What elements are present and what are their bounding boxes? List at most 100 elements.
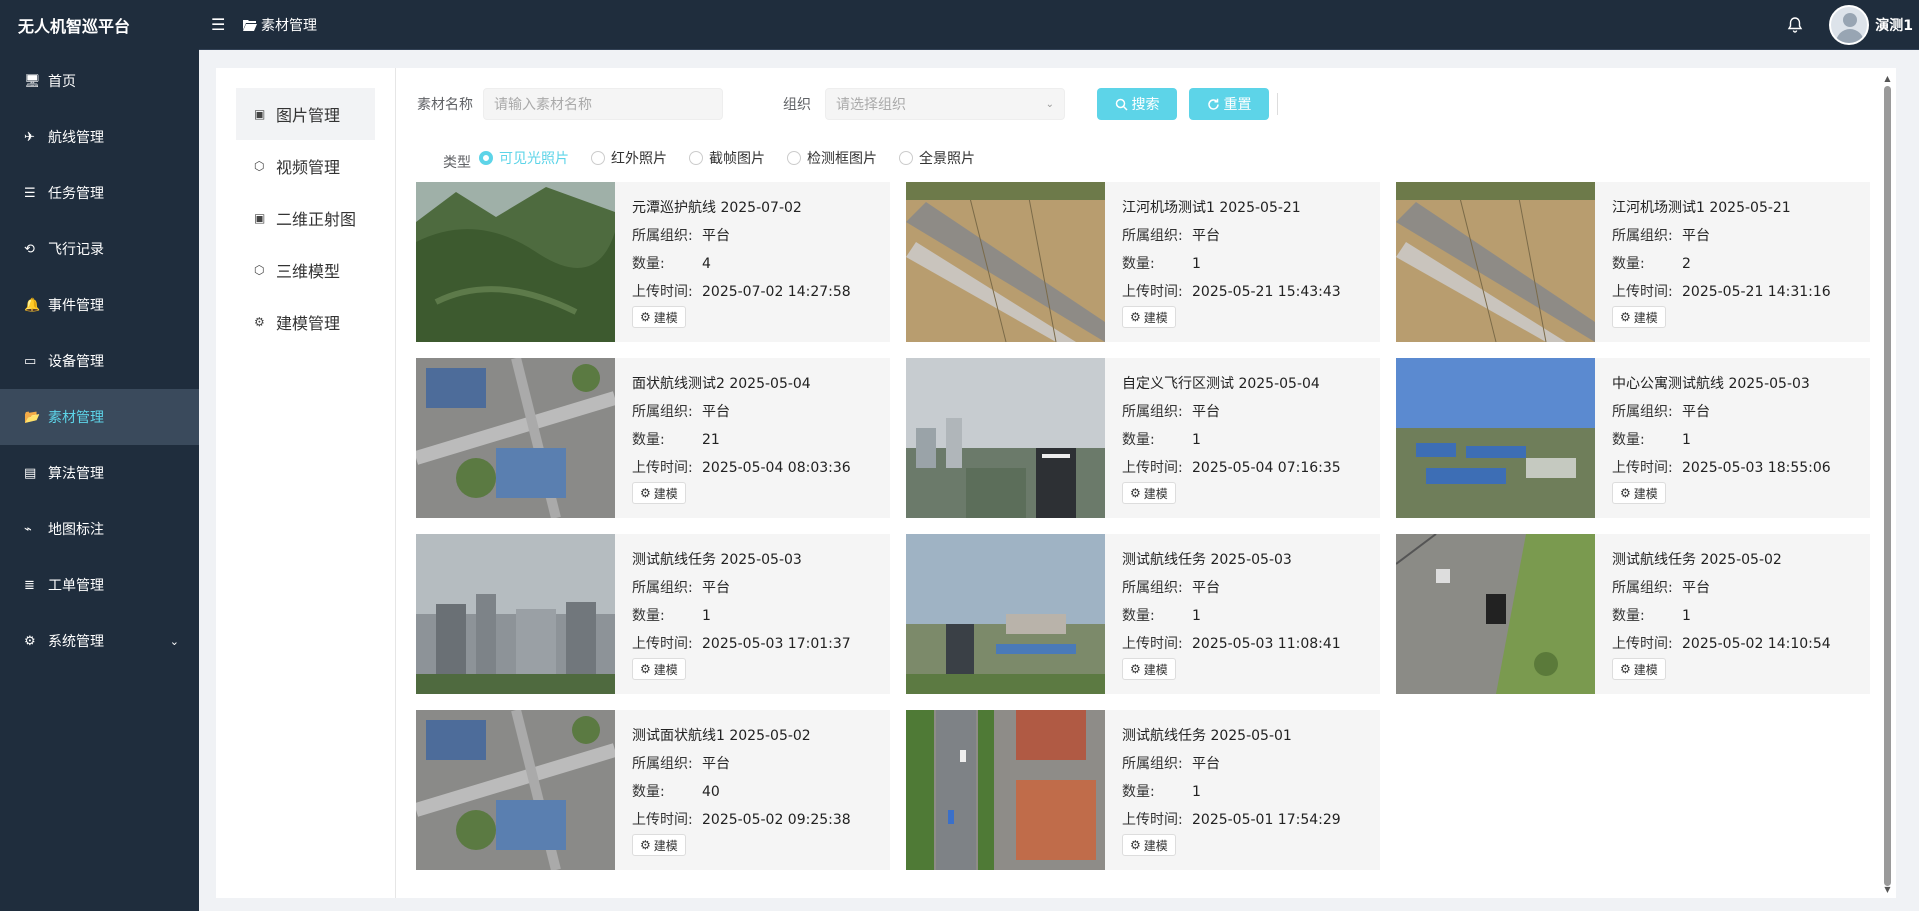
model-button[interactable]: ⚙ 建模 [1122, 834, 1176, 856]
top-bar: ☰ 素材管理 演测1 [199, 0, 1919, 50]
sidebar-item-7[interactable]: ▤ 算法管理 [0, 445, 199, 501]
material-card[interactable]: 中心公寓测试航线 2025-05-03 所属组织: 平台 数量: 1 上传时间: 2025-… [1396, 358, 1870, 518]
type-radio-label: 可见光照片 [499, 151, 569, 167]
time-key: 上传时间: [1122, 812, 1183, 828]
model-button[interactable]: ⚙ 建模 [1612, 482, 1666, 504]
card-time-row: 上传时间: 2025-05-03 18:55:06 [1612, 454, 1831, 482]
model-button[interactable]: ⚙ 建模 [632, 658, 686, 680]
scrollbar-thumb[interactable] [1884, 86, 1891, 886]
count-key: 数量: [1612, 608, 1645, 624]
material-thumbnail[interactable] [906, 534, 1105, 694]
model-button[interactable]: ⚙ 建模 [1122, 482, 1176, 504]
type-label: 类型 [443, 155, 471, 171]
material-thumbnail[interactable] [1396, 358, 1595, 518]
org-select[interactable]: 请选择组织 ⌄ [825, 88, 1065, 120]
sidebar: 无人机智巡平台 🖥 首页 ✈ 航线管理 ☰ 任务管理 ⟲ 飞行记录 🔔 事件管理 ▭ 设备管理 📂 素材管… [0, 0, 199, 911]
material-thumbnail[interactable] [416, 358, 615, 518]
count-key: 数量: [1122, 256, 1155, 272]
model-button[interactable]: ⚙ 建模 [632, 834, 686, 856]
material-card[interactable]: 江河机场测试1 2025-05-21 所属组织: 平台 数量: 2 上传时间: 2025-0… [1396, 182, 1870, 342]
model-button[interactable]: ⚙ 建模 [1612, 658, 1666, 680]
name-search-input[interactable]: 请输入素材名称 [483, 88, 723, 120]
username[interactable]: 演测1 [1875, 15, 1913, 35]
material-thumbnail[interactable] [906, 358, 1105, 518]
gear-icon: ⚙ [640, 310, 651, 324]
type-radio-3[interactable]: 检测框图片 [787, 148, 877, 168]
material-thumbnail[interactable] [1396, 534, 1595, 694]
count-key: 数量: [632, 432, 665, 448]
sidebar-item-6[interactable]: 📂 素材管理 [0, 389, 199, 445]
sidebar-item-0[interactable]: 🖥 首页 [0, 53, 199, 109]
material-card[interactable]: 面状航线测试2 2025-05-04 所属组织: 平台 数量: 21 上传时间: 2025-… [416, 358, 890, 518]
scroll-up-icon[interactable]: ▲ [1883, 74, 1892, 83]
gear-icon: ⚙ [1620, 662, 1631, 676]
material-card[interactable]: 测试航线任务 2025-05-03 所属组织: 平台 数量: 1 上传时间: 2025-05… [906, 534, 1380, 694]
menu-toggle-icon[interactable]: ☰ [211, 15, 235, 34]
count-value: 1 [1682, 432, 1691, 448]
gear-icon: ⚙ [1620, 486, 1631, 500]
submenu-item-1[interactable]: ⬡ 视频管理 [236, 140, 375, 192]
org-key: 所属组织: [632, 756, 693, 772]
card-count-row: 数量: 21 [632, 426, 851, 454]
card-org-row: 所属组织: 平台 [1612, 574, 1831, 602]
material-thumbnail[interactable] [906, 182, 1105, 342]
search-icon [1115, 98, 1128, 111]
radio-dot-icon [689, 151, 703, 165]
model-button[interactable]: ⚙ 建模 [1122, 658, 1176, 680]
submenu-item-3[interactable]: ⬡ 三维模型 [236, 244, 375, 296]
sidebar-item-1[interactable]: ✈ 航线管理 [0, 109, 199, 165]
sidebar-item-10[interactable]: ⚙ 系统管理 ⌄ [0, 613, 199, 669]
model-button[interactable]: ⚙ 建模 [1612, 306, 1666, 328]
material-card[interactable]: 测试航线任务 2025-05-03 所属组织: 平台 数量: 1 上传时间: 2025-05… [416, 534, 890, 694]
material-thumbnail[interactable] [1396, 182, 1595, 342]
sidebar-item-8[interactable]: ⌁ 地图标注 [0, 501, 199, 557]
type-radio-4[interactable]: 全景照片 [899, 148, 975, 168]
org-value: 平台 [1192, 580, 1220, 596]
type-radio-2[interactable]: 截帧图片 [689, 148, 765, 168]
count-value: 21 [702, 432, 720, 448]
material-thumbnail[interactable] [416, 534, 615, 694]
time-key: 上传时间: [632, 812, 693, 828]
sidebar-item-5[interactable]: ▭ 设备管理 [0, 333, 199, 389]
model-button[interactable]: ⚙ 建模 [632, 482, 686, 504]
notification-bell-icon[interactable] [1787, 17, 1803, 33]
time-value: 2025-05-03 18:55:06 [1682, 460, 1831, 476]
sidebar-item-2[interactable]: ☰ 任务管理 [0, 165, 199, 221]
scroll-down-icon[interactable]: ▼ [1883, 885, 1892, 894]
scrollbar[interactable]: ▲ ▼ [1883, 74, 1892, 894]
search-button[interactable]: 搜索 [1097, 88, 1177, 120]
type-radio-0[interactable]: 可见光照片 [479, 148, 569, 168]
model-button[interactable]: ⚙ 建模 [632, 306, 686, 328]
sidebar-item-3[interactable]: ⟲ 飞行记录 [0, 221, 199, 277]
count-key: 数量: [1612, 432, 1645, 448]
material-card[interactable]: 测试面状航线1 2025-05-02 所属组织: 平台 数量: 40 上传时间: 2025-… [416, 710, 890, 870]
time-value: 2025-05-21 14:31:16 [1682, 284, 1831, 300]
card-count-row: 数量: 1 [632, 602, 851, 630]
divider [1277, 93, 1278, 115]
submenu-item-0[interactable]: ▣ 图片管理 [236, 88, 375, 140]
submenu-item-2[interactable]: ▣ 二维正射图 [236, 192, 375, 244]
avatar[interactable] [1829, 5, 1870, 45]
sidebar-item-label: 设备管理 [48, 354, 104, 370]
material-thumbnail[interactable] [416, 182, 615, 342]
material-card[interactable]: 测试航线任务 2025-05-01 所属组织: 平台 数量: 1 上传时间: 2025-05… [906, 710, 1380, 870]
list-icon: ☰ [24, 185, 36, 201]
reset-button[interactable]: 重置 [1189, 88, 1269, 120]
type-radio-1[interactable]: 红外照片 [591, 148, 667, 168]
submenu-item-4[interactable]: ⚙ 建模管理 [236, 296, 375, 348]
material-thumbnail[interactable] [906, 710, 1105, 870]
card-title: 测试航线任务 2025-05-02 [1612, 552, 1782, 568]
material-card[interactable]: 元潭巡护航线 2025-07-02 所属组织: 平台 数量: 4 上传时间: 2025-07… [416, 182, 890, 342]
time-key: 上传时间: [632, 284, 693, 300]
material-card[interactable]: 江河机场测试1 2025-05-21 所属组织: 平台 数量: 1 上传时间: 2025-0… [906, 182, 1380, 342]
card-info: 中心公寓测试航线 2025-05-03 所属组织: 平台 数量: 1 上传时间: 2025-… [1612, 370, 1831, 482]
sidebar-item-4[interactable]: 🔔 事件管理 [0, 277, 199, 333]
model-button[interactable]: ⚙ 建模 [1122, 306, 1176, 328]
material-card[interactable]: 测试航线任务 2025-05-02 所属组织: 平台 数量: 1 上传时间: 2025-05… [1396, 534, 1870, 694]
material-card[interactable]: 自定义飞行区测试 2025-05-04 所属组织: 平台 数量: 1 上传时间: 2025-… [906, 358, 1380, 518]
org-key: 所属组织: [1122, 756, 1183, 772]
card-time-row: 上传时间: 2025-05-01 17:54:29 [1122, 806, 1341, 834]
model-button-label: 建模 [653, 486, 678, 501]
material-thumbnail[interactable] [416, 710, 615, 870]
sidebar-item-9[interactable]: ≣ 工单管理 [0, 557, 199, 613]
